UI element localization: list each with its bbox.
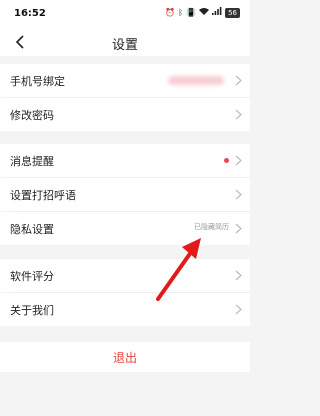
settings-row-about-us[interactable]: 关于我们: [0, 293, 250, 326]
status-time: 16:52: [14, 8, 46, 19]
row-label: 设置打招呼语: [10, 189, 76, 202]
row-label: 软件评分: [10, 270, 54, 283]
row-label: 隐私设置: [10, 223, 54, 236]
row-label: 修改密码: [10, 109, 54, 122]
logout-button[interactable]: 退出: [0, 342, 250, 372]
row-label: 关于我们: [10, 304, 54, 317]
page-title: 设置: [111, 38, 138, 53]
chevron-right-icon: [235, 270, 242, 281]
vibrate-icon: 📳: [186, 8, 197, 17]
settings-row-message-reminder[interactable]: 消息提醒: [0, 144, 250, 177]
row-label: 消息提醒: [10, 155, 54, 168]
signal-icon: [212, 7, 222, 19]
alarm-icon: ⏰: [165, 8, 176, 17]
chevron-right-icon: [235, 75, 242, 86]
settings-row-rate-app[interactable]: 软件评分: [0, 259, 250, 292]
logout-label: 退出: [112, 351, 137, 365]
chevron-right-icon: [235, 223, 242, 234]
settings-row-privacy[interactable]: 隐私设置 已隐藏简历: [0, 212, 250, 245]
privacy-status-value: 已隐藏简历: [194, 223, 229, 231]
status-bar: 16:52 ⏰ ᛒ 📳 56: [0, 0, 250, 28]
notification-dot: [224, 158, 229, 163]
battery-icon: 56: [225, 8, 240, 18]
chevron-right-icon: [235, 304, 242, 315]
redacted-phone-value: [168, 76, 224, 85]
chevron-right-icon: [235, 155, 242, 166]
wifi-icon: [199, 7, 210, 19]
chevron-right-icon: [235, 109, 242, 120]
status-icons: ⏰ ᛒ 📳 56: [165, 7, 240, 19]
bluetooth-icon: ᛒ: [178, 8, 184, 17]
nav-bar: 设置: [0, 28, 250, 56]
chevron-right-icon: [235, 189, 242, 200]
settings-row-greeting[interactable]: 设置打招呼语: [0, 178, 250, 211]
row-label: 手机号绑定: [10, 75, 65, 88]
settings-row-phone-binding[interactable]: 手机号绑定: [0, 64, 250, 97]
settings-row-change-password[interactable]: 修改密码: [0, 98, 250, 131]
